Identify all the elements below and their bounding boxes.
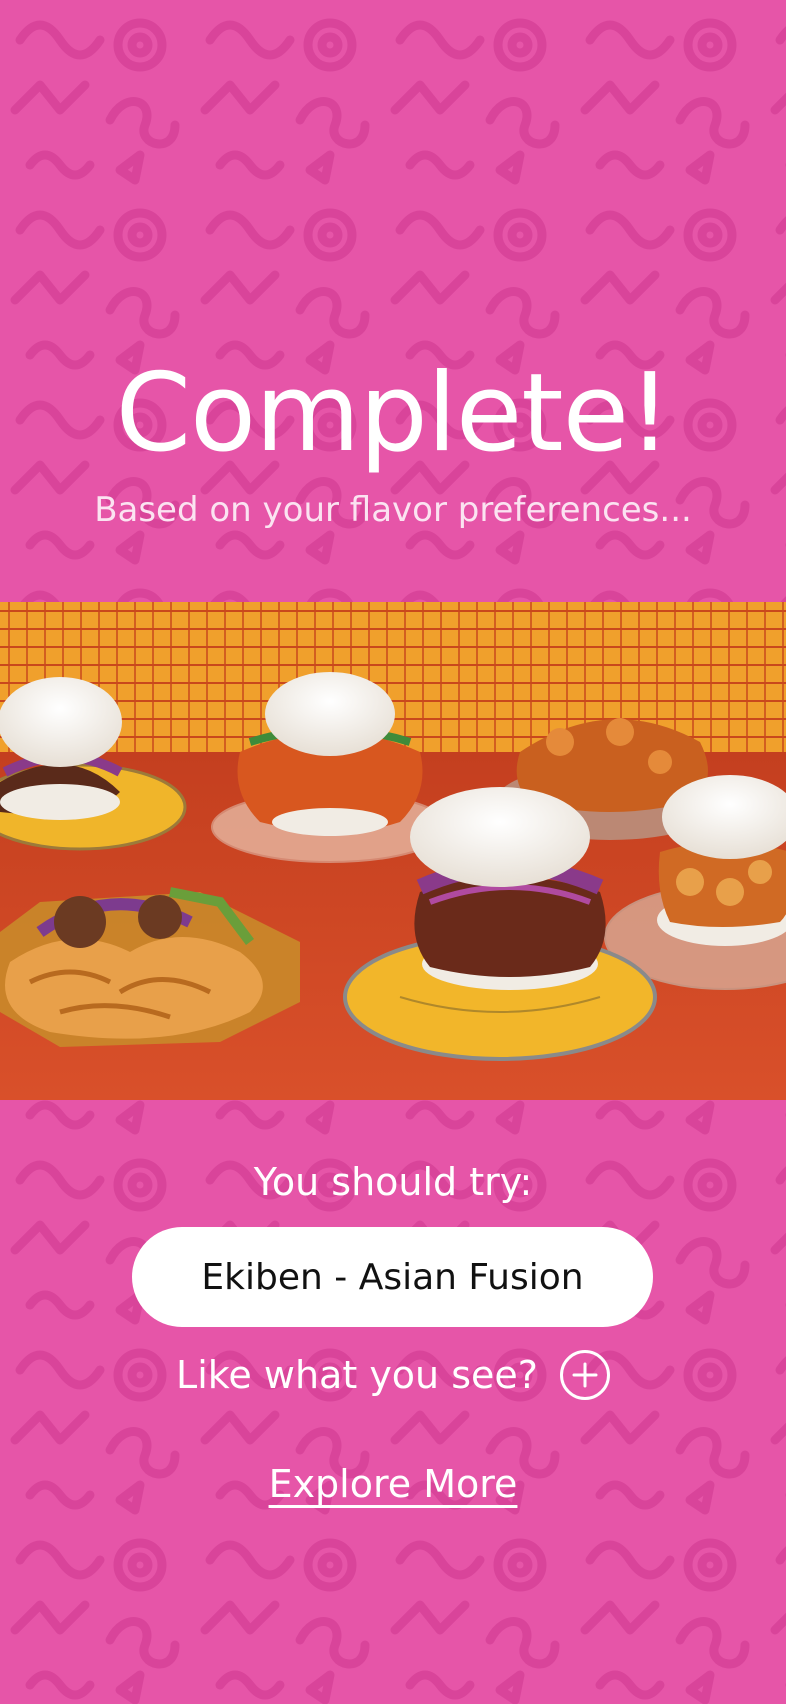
food-hero-image [0,602,786,1100]
page-title: Complete! [115,351,672,476]
feedback-row: Like what you see? [0,1345,786,1405]
explore-more-container: Explore More [0,1462,786,1506]
food-photo-illustration [0,602,786,1100]
add-favorite-button[interactable] [559,1350,610,1400]
feedback-prompt: Like what you see? [176,1353,538,1397]
recommended-restaurant-button[interactable]: Ekiben - Asian Fusion [132,1227,653,1327]
explore-more-link[interactable]: Explore More [269,1462,518,1506]
restaurant-name: Ekiben - Asian Fusion [201,1256,584,1298]
page-subtitle: Based on your flavor preferences... [94,490,692,530]
recommendation-label: You should try: [253,1160,533,1204]
plus-circle-icon [572,1362,598,1388]
